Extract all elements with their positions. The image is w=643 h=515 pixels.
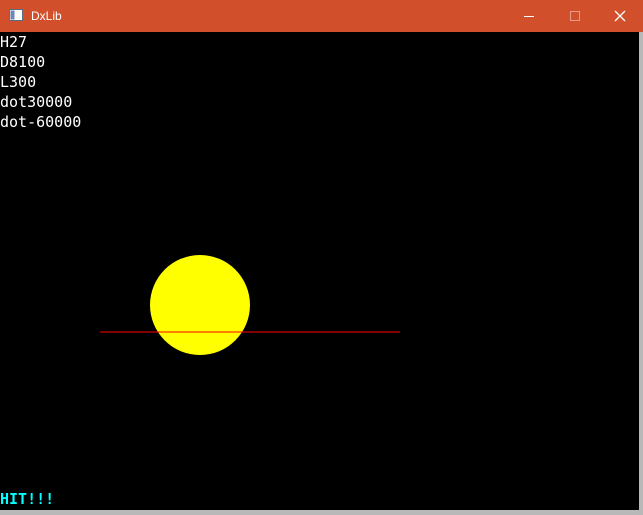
scene (100, 255, 400, 355)
maximize-icon (570, 11, 580, 21)
close-icon (614, 10, 626, 22)
window-right-border (639, 32, 643, 515)
minimize-button[interactable] (506, 0, 552, 32)
window-title: DxLib (31, 9, 62, 23)
title-bar[interactable]: DxLib (0, 0, 643, 32)
game-canvas[interactable]: H27 D8100 L300 dot30000 dot-60000 HIT!!! (0, 32, 639, 510)
close-button[interactable] (597, 0, 643, 32)
minimize-icon (524, 16, 534, 17)
hit-status-text: HIT!!! (0, 490, 55, 508)
yellow-circle (150, 255, 250, 355)
dxlib-window: DxLib H27 D8100 L300 dot30000 dot-60000 (0, 0, 643, 515)
window-bottom-border (0, 510, 643, 515)
window-app-icon (9, 9, 23, 21)
maximize-button[interactable] (552, 0, 598, 32)
